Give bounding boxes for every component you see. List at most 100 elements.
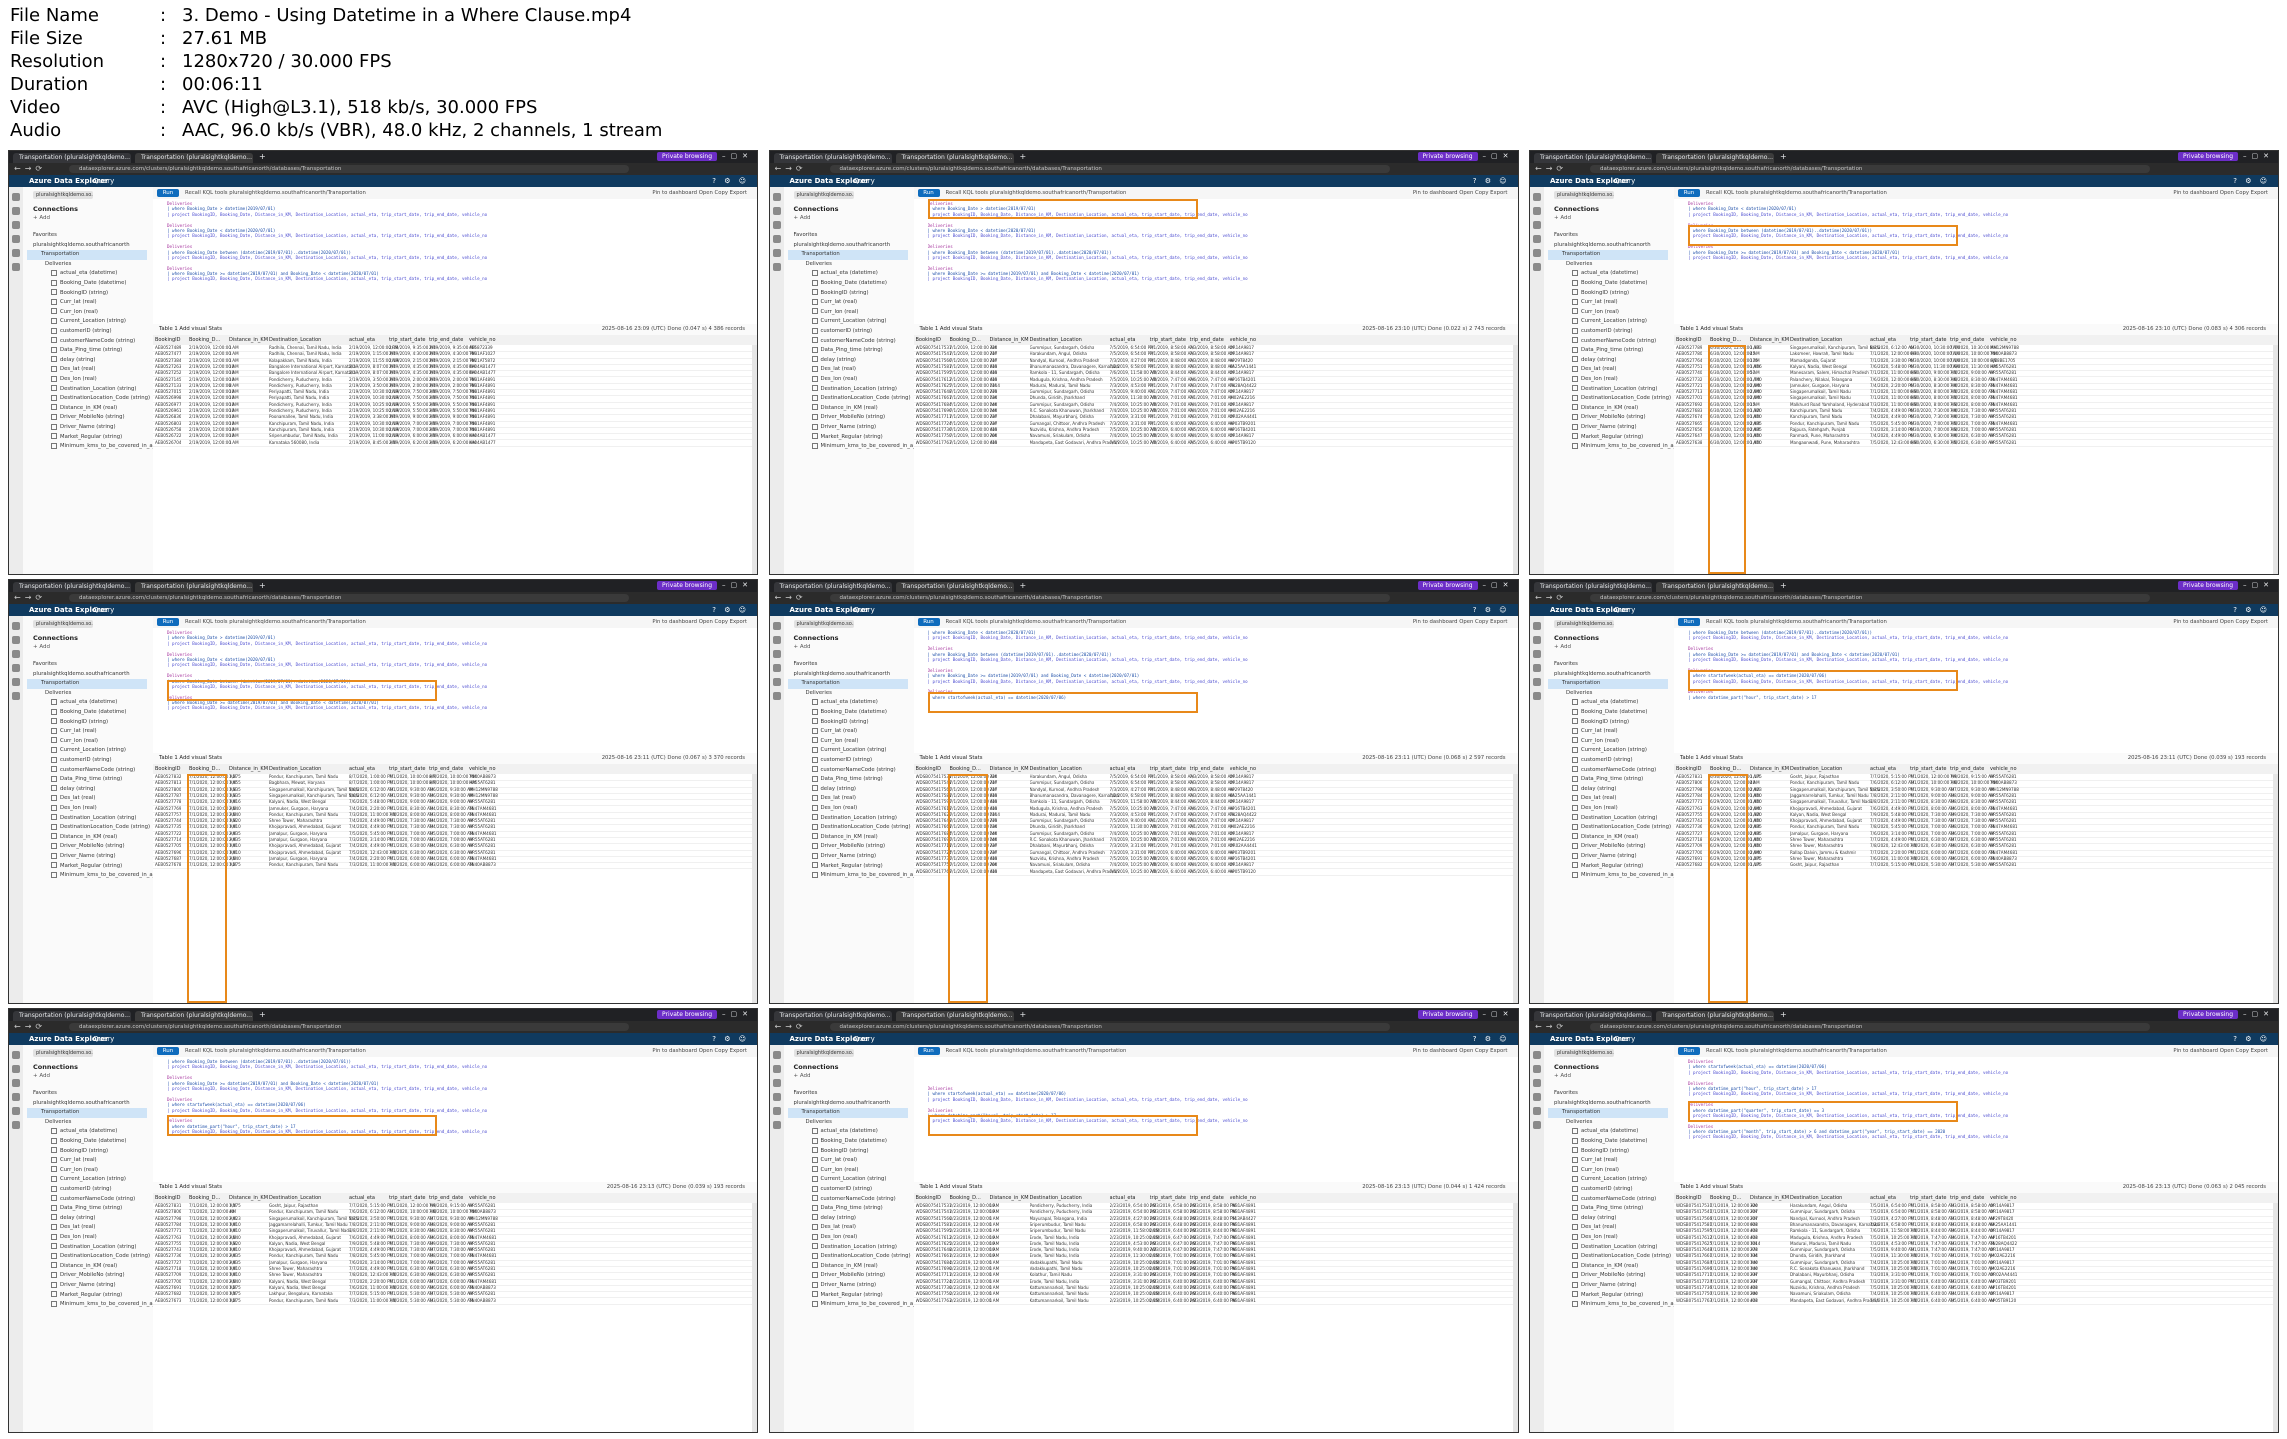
tree-item[interactable]: delay (string) bbox=[1572, 785, 1617, 795]
run-button[interactable]: Run bbox=[157, 189, 179, 197]
rail-icon[interactable] bbox=[772, 664, 781, 672]
tree-item[interactable]: Market_Regular (string) bbox=[51, 433, 122, 443]
tree-item[interactable]: Curr_lat (real) bbox=[1572, 298, 1618, 308]
column-header[interactable]: trip_end_date bbox=[429, 764, 463, 774]
tree-item[interactable]: Transportation bbox=[787, 1108, 908, 1118]
browser-tab[interactable]: Transportation (pluralsightkqldemo... bbox=[773, 153, 892, 163]
nav-arrows-icon[interactable]: ←→⟳ bbox=[775, 1022, 807, 1031]
tree-item[interactable]: Deliveries bbox=[806, 260, 832, 270]
rail-icon[interactable] bbox=[12, 1107, 20, 1115]
column-header[interactable]: vehicle_no bbox=[1230, 764, 1257, 774]
column-header[interactable]: trip_start_date bbox=[1910, 335, 1947, 345]
tree-item[interactable]: actual_eta (datetime) bbox=[1572, 698, 1638, 708]
tree-item[interactable]: Current_Location (string) bbox=[811, 317, 886, 327]
query-editor[interactable]: | where Booking_Date between (datetime(2… bbox=[1674, 628, 2278, 754]
address-input[interactable]: dataexplorer.azure.com/clusters/pluralsi… bbox=[1590, 165, 2150, 173]
tree-item[interactable]: pluralsightkqldemo.southafricanorth bbox=[1554, 1099, 1651, 1109]
browser-tab[interactable]: Transportation (pluralsightkqldemo... bbox=[13, 582, 131, 592]
nav-arrows-icon[interactable]: ←→⟳ bbox=[14, 164, 46, 173]
tree-item[interactable]: Des_lat (real) bbox=[51, 365, 95, 375]
browser-tab[interactable]: Transportation (pluralsightkqldemo... bbox=[1534, 582, 1652, 592]
column-header[interactable]: actual_eta bbox=[349, 764, 375, 774]
tree-item[interactable]: delay (string) bbox=[51, 356, 96, 366]
run-button[interactable]: Run bbox=[1678, 618, 1700, 626]
tree-item[interactable]: BookingID (string) bbox=[1572, 718, 1629, 728]
column-header[interactable]: Distance_in_KM bbox=[1750, 335, 1789, 345]
tree-item[interactable]: Deliveries bbox=[1566, 1118, 1592, 1128]
new-tab-icon[interactable]: + bbox=[1020, 581, 1027, 590]
tree-item[interactable]: Favorites bbox=[1554, 1089, 1578, 1099]
tree-item[interactable]: actual_eta (datetime) bbox=[1572, 1127, 1638, 1137]
tree-item[interactable]: Driver_MobileNo (string) bbox=[811, 842, 885, 852]
column-header[interactable]: Destination_Location bbox=[1790, 1193, 1842, 1203]
column-header[interactable]: trip_end_date bbox=[1950, 764, 1984, 774]
tree-item[interactable]: BookingID (string) bbox=[811, 718, 869, 728]
toolbar-actions[interactable]: Pin to dashboard Open Copy Export bbox=[652, 616, 747, 628]
toolbar-actions[interactable]: Pin to dashboard Open Copy Export bbox=[652, 1045, 747, 1057]
header-actions-icon[interactable]: ? ⚙ ☺ bbox=[1473, 175, 1510, 187]
query-nav[interactable]: Query bbox=[1614, 1033, 1635, 1045]
tree-item[interactable]: Des_lat (real) bbox=[811, 794, 856, 804]
browser-tab-active[interactable]: Transportation (pluralsightkqldemo... bbox=[135, 153, 253, 163]
table-row[interactable]: AEB0527638 6/30/2020, 12:00:00 AM 1,410 Man… bbox=[1674, 440, 2278, 447]
tree-item[interactable]: DestinationLocation_Code (string) bbox=[51, 823, 150, 833]
tree-item[interactable]: customerID (string) bbox=[811, 1185, 872, 1195]
tree-item[interactable]: BookingID (string) bbox=[1572, 289, 1629, 299]
rail-icon[interactable] bbox=[12, 622, 20, 630]
tree-item[interactable]: Curr_lat (real) bbox=[51, 298, 97, 308]
tree-item[interactable]: Deliveries bbox=[806, 689, 832, 699]
column-header[interactable]: actual_eta bbox=[349, 1193, 375, 1203]
column-header[interactable]: Distance_in_KM bbox=[229, 764, 268, 774]
tree-item[interactable]: Curr_lat (real) bbox=[51, 727, 97, 737]
rail-icon[interactable] bbox=[1533, 221, 1541, 229]
tree-item[interactable]: Current_Location (string) bbox=[811, 1175, 886, 1185]
header-actions-icon[interactable]: ? ⚙ ☺ bbox=[2233, 604, 2270, 616]
column-header[interactable]: trip_start_date bbox=[389, 1193, 426, 1203]
rail-icon[interactable] bbox=[772, 1107, 781, 1115]
results-scrollbar[interactable] bbox=[2273, 774, 2278, 1003]
tree-item[interactable]: Driver_Name (string) bbox=[51, 852, 116, 862]
table-row[interactable]: WDSB075417763 7/1/2019, 12:00:00 AM 413 Man… bbox=[1674, 1298, 2278, 1305]
tree-item[interactable]: Distance_in_KM (real) bbox=[1572, 833, 1638, 843]
results-scrollbar[interactable] bbox=[752, 345, 757, 574]
tree-item[interactable]: Favorites bbox=[794, 1089, 818, 1099]
tree-item[interactable]: Des_lon (real) bbox=[811, 804, 857, 814]
tree-item[interactable]: customerID (string) bbox=[1572, 756, 1633, 766]
add-connection-button[interactable]: + Add bbox=[33, 644, 50, 650]
tree-item[interactable]: BookingID (string) bbox=[1572, 1147, 1629, 1157]
rail-icon[interactable] bbox=[1533, 664, 1541, 672]
toolbar-actions[interactable]: Pin to dashboard Open Copy Export bbox=[652, 187, 747, 199]
results-tab-label[interactable]: Table 1 Add visual Stats bbox=[920, 753, 983, 764]
tree-item[interactable]: Curr_lon (real) bbox=[51, 308, 98, 318]
tree-item[interactable]: DestinationLocation_Code (string) bbox=[51, 394, 150, 404]
tree-item[interactable]: Market_Regular (string) bbox=[51, 1291, 122, 1301]
rail-icon[interactable] bbox=[12, 636, 20, 644]
new-tab-icon[interactable]: + bbox=[1780, 152, 1787, 161]
browser-tab[interactable]: Transportation (pluralsightkqldemo... bbox=[773, 1011, 892, 1021]
browser-tab-active[interactable]: Transportation (pluralsightkqldemo... bbox=[135, 582, 253, 592]
tree-item[interactable]: Distance_in_KM (real) bbox=[811, 1262, 878, 1272]
tree-item[interactable]: Driver_Name (string) bbox=[811, 1281, 876, 1291]
add-connection-button[interactable]: + Add bbox=[33, 215, 50, 221]
tree-item[interactable]: Des_lat (real) bbox=[1572, 794, 1616, 804]
column-header[interactable]: Booking_D... bbox=[189, 1193, 220, 1203]
toolbar-items[interactable]: Recall KQL tools pluralsightkqldemo.sout… bbox=[946, 1045, 1127, 1057]
tree-item[interactable]: Data_Ping_time (string) bbox=[1572, 1204, 1643, 1214]
address-input[interactable]: dataexplorer.azure.com/clusters/pluralsi… bbox=[829, 165, 1390, 173]
column-header[interactable]: Destination_Location bbox=[269, 335, 321, 345]
tree-item[interactable]: BookingID (string) bbox=[51, 718, 108, 728]
tree-item[interactable]: Driver_Name (string) bbox=[51, 1281, 116, 1291]
tree-item[interactable]: Booking_Date (datetime) bbox=[811, 279, 887, 289]
tree-item[interactable]: Destination_Location (string) bbox=[51, 385, 136, 395]
tree-item[interactable]: Data_Ping_time (string) bbox=[51, 346, 122, 356]
query-editor[interactable]: Deliveries | where Booking_Date > datetim… bbox=[153, 628, 757, 754]
column-header[interactable]: Distance_in_KM bbox=[229, 335, 268, 345]
toolbar-actions[interactable]: Pin to dashboard Open Copy Export bbox=[1413, 187, 1508, 199]
header-actions-icon[interactable]: ? ⚙ ☺ bbox=[1473, 1033, 1510, 1045]
tree-item[interactable]: Curr_lon (real) bbox=[51, 1166, 98, 1176]
table-row[interactable]: AEB0527678 7/1/2020, 12:00:00 AM 1,275 Pond… bbox=[153, 862, 757, 870]
rail-icon[interactable] bbox=[1533, 1079, 1541, 1087]
rail-icon[interactable] bbox=[772, 221, 781, 229]
rail-icon[interactable] bbox=[1533, 1051, 1541, 1059]
query-editor[interactable]: Deliveries | where Booking_Date > datetim… bbox=[153, 199, 757, 325]
